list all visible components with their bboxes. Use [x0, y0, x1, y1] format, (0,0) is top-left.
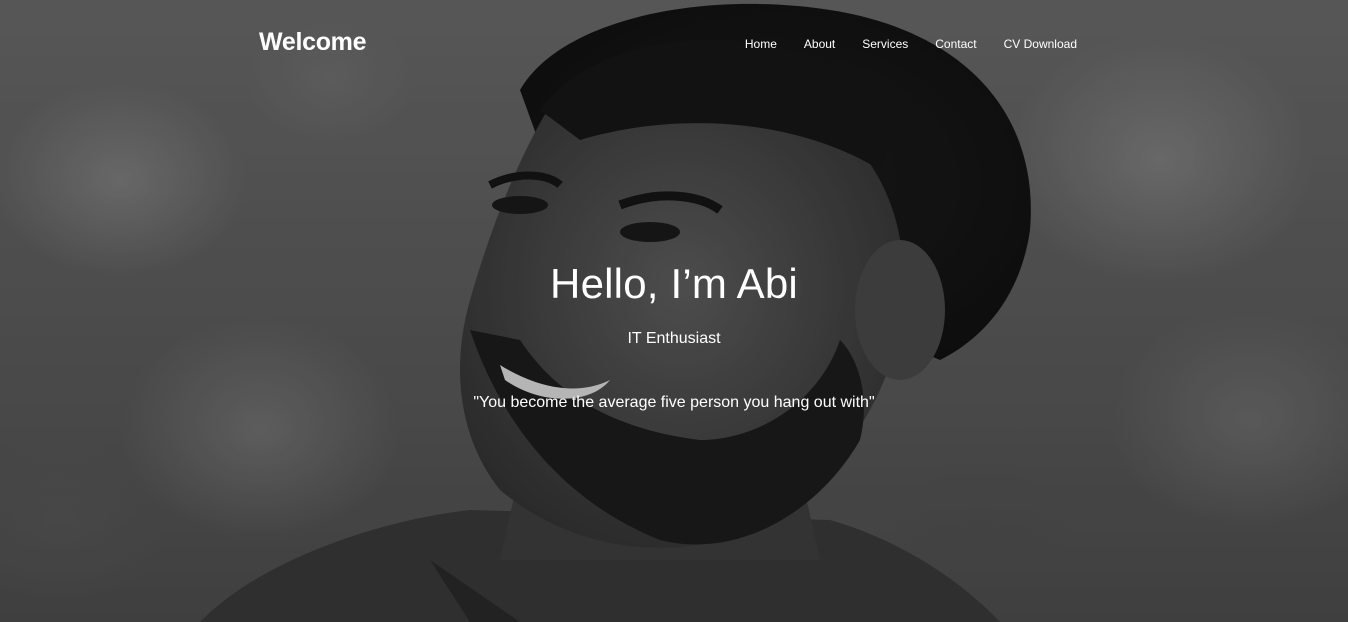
nav-link-cv-download[interactable]: CV Download: [1004, 37, 1077, 51]
nav-link-about[interactable]: About: [804, 37, 835, 51]
top-navbar: Welcome Home About Services Contact CV D…: [0, 0, 1348, 90]
nav-link-contact[interactable]: Contact: [935, 37, 976, 51]
hero-section: Welcome Home About Services Contact CV D…: [0, 0, 1348, 622]
hero-subtitle: IT Enthusiast: [627, 330, 721, 347]
nav-link-home[interactable]: Home: [745, 37, 777, 51]
hero-dark-overlay: [0, 0, 1348, 622]
nav-link-services[interactable]: Services: [862, 37, 908, 51]
brand-logo-text[interactable]: Welcome: [259, 28, 367, 57]
hero-title: Hello, I’m Abi: [550, 260, 798, 307]
nav-links: Home About Services Contact CV Download: [718, 37, 1077, 51]
hero-quote: "You become the average five person you …: [473, 394, 875, 411]
